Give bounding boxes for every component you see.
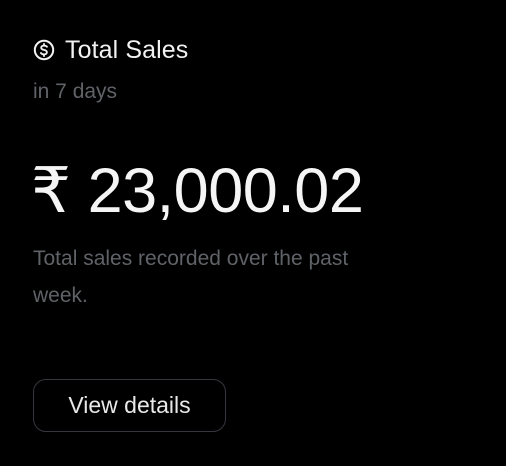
card-title: Total Sales: [65, 36, 189, 64]
total-sales-card: Total Sales in 7 days ₹ 23,000.02 Total …: [0, 0, 506, 466]
card-subtitle: in 7 days: [33, 80, 118, 103]
dollar-circle-icon: [33, 39, 55, 61]
view-details-button[interactable]: View details: [33, 379, 226, 432]
card-header: Total Sales: [33, 33, 188, 67]
sales-amount: ₹ 23,000.02: [31, 156, 364, 226]
card-description: Total sales recorded over the past week.: [33, 247, 349, 307]
